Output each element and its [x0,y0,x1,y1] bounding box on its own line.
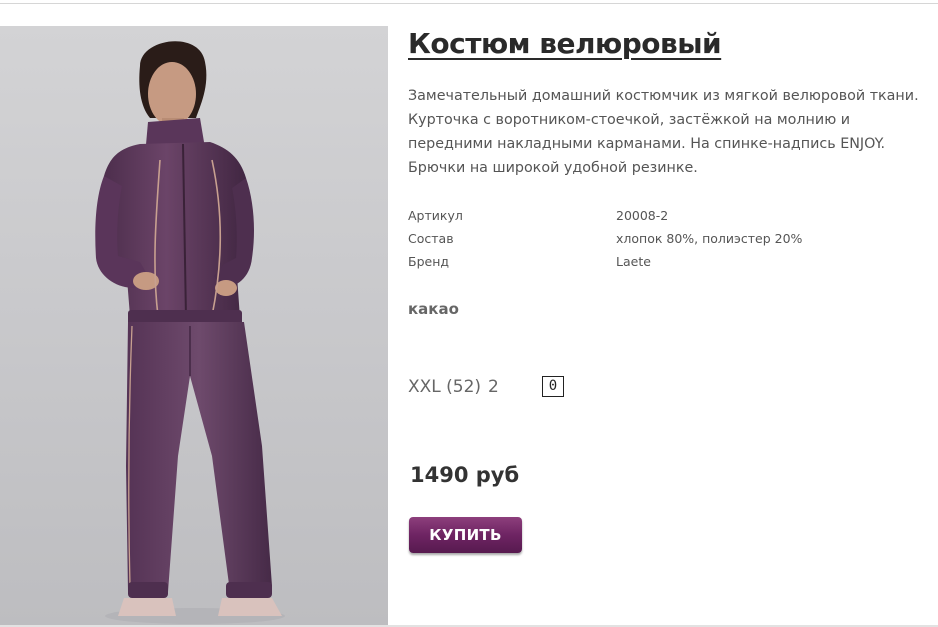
size-label: XXL (52) [408,377,482,397]
spec-label-composition: Состав [408,231,454,246]
spec-value-composition: хлопок 80%, полиэстер 20% [616,231,803,246]
top-divider [0,3,938,4]
price: 1490 руб [410,463,520,487]
product-photo [0,26,388,626]
spec-label-brand: Бренд [408,254,450,269]
product-title: Костюм велюровый [408,27,722,60]
quantity-input[interactable]: 0 [542,376,564,397]
product-description: Замечательный домашний костюмчик из мягк… [408,88,919,176]
spec-label-article: Артикул [408,208,463,223]
buy-button[interactable]: КУПИТЬ [409,517,522,553]
spec-value-article: 20008-2 [616,208,669,223]
spec-value-brand: Laete [616,254,651,269]
size-stock-count: 2 [488,377,499,397]
color-name: какао [408,300,459,318]
